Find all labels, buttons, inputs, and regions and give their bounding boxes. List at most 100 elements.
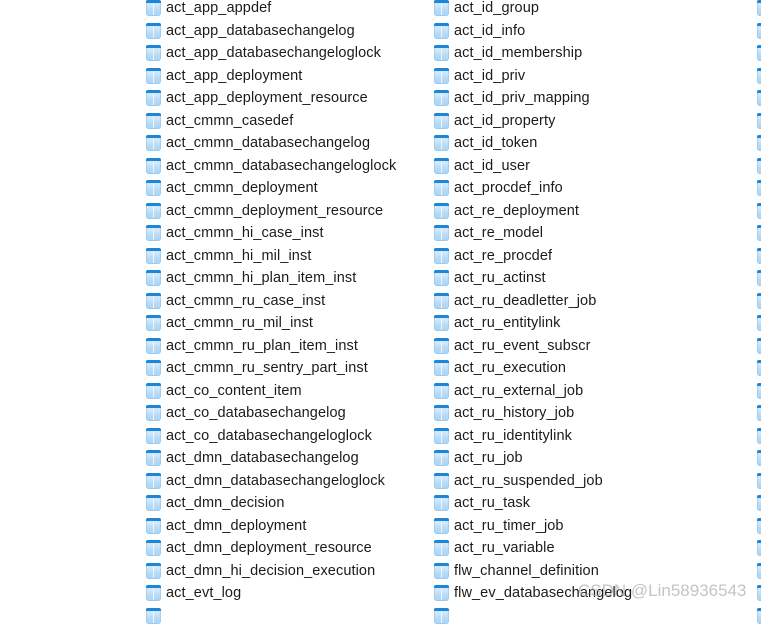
list-item[interactable]: act_ru_history_job — [434, 402, 724, 425]
list-item[interactable] — [757, 132, 761, 155]
list-item[interactable]: act_ru_entitylink — [434, 312, 724, 335]
list-item[interactable]: act_co_databasechangeloglock — [146, 425, 436, 448]
list-item[interactable]: act_ru_event_subscr — [434, 335, 724, 358]
list-item[interactable] — [146, 605, 436, 627]
list-item[interactable]: act_app_deployment_resource — [146, 87, 436, 110]
list-item[interactable]: act_cmmn_hi_mil_inst — [146, 245, 436, 268]
list-item[interactable]: act_cmmn_hi_plan_item_inst — [146, 267, 436, 290]
database-table-icon — [434, 180, 449, 196]
list-item[interactable] — [434, 605, 724, 627]
list-item[interactable] — [757, 42, 761, 65]
list-item[interactable] — [757, 20, 761, 43]
list-item[interactable]: act_ru_variable — [434, 537, 724, 560]
list-item[interactable] — [757, 335, 761, 358]
database-table-icon — [757, 540, 761, 556]
list-item[interactable]: act_id_priv — [434, 65, 724, 88]
list-item[interactable]: act_ru_actinst — [434, 267, 724, 290]
list-item[interactable] — [757, 537, 761, 560]
list-item[interactable]: act_cmmn_hi_case_inst — [146, 222, 436, 245]
list-item[interactable] — [757, 87, 761, 110]
list-item[interactable]: act_dmn_deployment — [146, 515, 436, 538]
list-item[interactable]: flw_ev_databasechangelog — [434, 582, 724, 605]
list-item[interactable]: act_app_databasechangeloglock — [146, 42, 436, 65]
list-item[interactable]: act_ru_suspended_job — [434, 470, 724, 493]
list-item[interactable]: act_id_property — [434, 110, 724, 133]
list-item[interactable]: act_ru_identitylink — [434, 425, 724, 448]
list-item[interactable]: act_evt_log — [146, 582, 436, 605]
list-item-label: act_ru_identitylink — [454, 428, 572, 444]
list-item[interactable]: act_co_databasechangelog — [146, 402, 436, 425]
database-table-icon — [757, 563, 761, 579]
list-item[interactable]: act_dmn_decision — [146, 492, 436, 515]
list-item[interactable] — [757, 560, 761, 583]
list-item[interactable]: act_cmmn_casedef — [146, 110, 436, 133]
list-item[interactable] — [757, 245, 761, 268]
list-item[interactable] — [757, 65, 761, 88]
database-table-icon — [434, 540, 449, 556]
list-item[interactable]: act_dmn_databasechangelog — [146, 447, 436, 470]
list-item[interactable]: act_ru_job — [434, 447, 724, 470]
database-table-icon — [757, 135, 761, 151]
list-item[interactable] — [757, 380, 761, 403]
list-item[interactable]: act_ru_deadletter_job — [434, 290, 724, 313]
list-item[interactable]: act_re_procdef — [434, 245, 724, 268]
list-item[interactable]: act_dmn_databasechangeloglock — [146, 470, 436, 493]
list-item[interactable]: act_id_token — [434, 132, 724, 155]
list-item[interactable]: act_dmn_deployment_resource — [146, 537, 436, 560]
list-item[interactable]: act_cmmn_databasechangelog — [146, 132, 436, 155]
list-item[interactable]: act_id_group — [434, 0, 724, 20]
list-item[interactable]: act_ru_task — [434, 492, 724, 515]
list-item[interactable] — [757, 155, 761, 178]
list-item[interactable]: act_ru_execution — [434, 357, 724, 380]
list-item[interactable]: act_cmmn_deployment — [146, 177, 436, 200]
list-item[interactable] — [757, 470, 761, 493]
list-item-label: flw_channel_definition — [454, 563, 599, 579]
list-item[interactable] — [757, 177, 761, 200]
list-item[interactable]: act_app_appdef — [146, 0, 436, 20]
list-item[interactable]: act_cmmn_databasechangeloglock — [146, 155, 436, 178]
database-table-icon — [434, 338, 449, 354]
list-item[interactable]: act_cmmn_ru_sentry_part_inst — [146, 357, 436, 380]
list-item[interactable]: act_re_deployment — [434, 200, 724, 223]
list-item[interactable]: act_ru_external_job — [434, 380, 724, 403]
list-item-label: act_id_group — [454, 0, 539, 16]
list-item[interactable] — [757, 290, 761, 313]
database-table-icon — [757, 428, 761, 444]
database-table-icon — [146, 338, 161, 354]
list-item[interactable]: act_dmn_hi_decision_execution — [146, 560, 436, 583]
list-item[interactable]: act_cmmn_ru_case_inst — [146, 290, 436, 313]
list-item[interactable] — [757, 0, 761, 20]
list-item[interactable]: act_id_membership — [434, 42, 724, 65]
list-item[interactable]: act_id_user — [434, 155, 724, 178]
list-item[interactable]: act_cmmn_ru_plan_item_inst — [146, 335, 436, 358]
database-table-icon — [146, 293, 161, 309]
list-item[interactable] — [757, 200, 761, 223]
list-item[interactable] — [757, 267, 761, 290]
list-item[interactable]: act_co_content_item — [146, 380, 436, 403]
list-item[interactable]: act_cmmn_deployment_resource — [146, 200, 436, 223]
list-item[interactable] — [757, 312, 761, 335]
database-table-icon — [434, 23, 449, 39]
list-item[interactable]: act_app_deployment — [146, 65, 436, 88]
list-item[interactable] — [757, 582, 761, 605]
list-item[interactable] — [757, 492, 761, 515]
list-item[interactable] — [757, 357, 761, 380]
list-item-label: act_ru_task — [454, 495, 530, 511]
list-item[interactable] — [757, 447, 761, 470]
list-item[interactable]: act_ru_timer_job — [434, 515, 724, 538]
list-item[interactable]: act_cmmn_ru_mil_inst — [146, 312, 436, 335]
list-item[interactable]: act_procdef_info — [434, 177, 724, 200]
database-table-icon — [146, 315, 161, 331]
list-item[interactable]: act_app_databasechangelog — [146, 20, 436, 43]
list-item[interactable] — [757, 425, 761, 448]
list-item-label: act_cmmn_hi_plan_item_inst — [166, 270, 356, 286]
list-item[interactable] — [757, 515, 761, 538]
list-item[interactable]: act_id_priv_mapping — [434, 87, 724, 110]
list-item[interactable] — [757, 605, 761, 627]
list-item[interactable]: act_re_model — [434, 222, 724, 245]
list-item[interactable]: flw_channel_definition — [434, 560, 724, 583]
list-item[interactable]: act_id_info — [434, 20, 724, 43]
list-item[interactable] — [757, 222, 761, 245]
list-item[interactable] — [757, 110, 761, 133]
list-item[interactable] — [757, 402, 761, 425]
